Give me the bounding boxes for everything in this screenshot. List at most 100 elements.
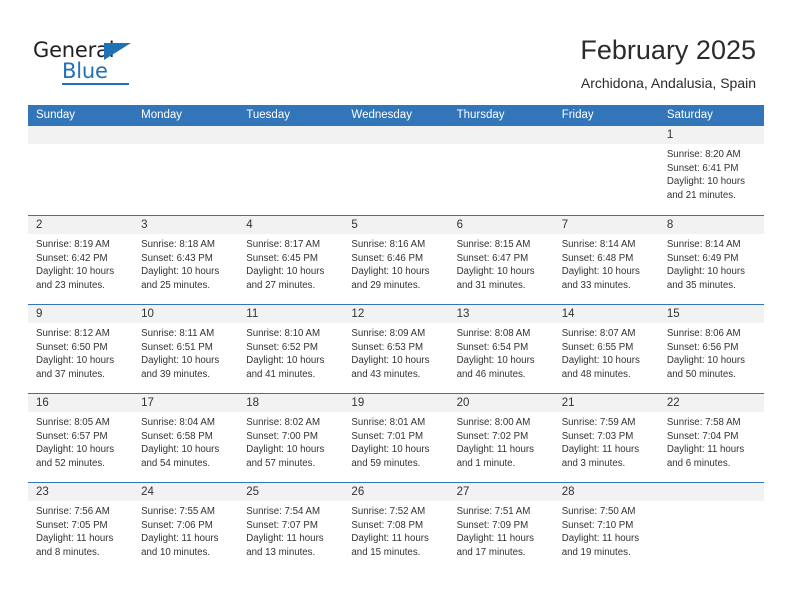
weekday-header-friday: Friday	[561, 109, 594, 121]
sunrise-text: Sunrise: 7:50 AM	[561, 506, 636, 517]
day-number: 10	[141, 308, 154, 320]
day-cell[interactable]: 27 Sunrise: 7:51 AM Sunset: 7:09 PM Dayligh…	[448, 483, 554, 571]
week-row: 9 Sunrise: 8:12 AM Sunset: 6:50 PM Daylight…	[28, 304, 764, 393]
day-number-band	[343, 126, 449, 144]
day-cell[interactable]: 2 Sunrise: 8:19 AM Sunset: 6:42 PM Daylight…	[28, 216, 134, 304]
daylight-text-line2: and 33 minutes.	[561, 279, 631, 291]
daylight-text-line2: and 48 minutes.	[561, 368, 631, 380]
weekday-header-thursday: Thursday	[456, 109, 505, 121]
day-cell[interactable]: 19 Sunrise: 8:01 AM Sunset: 7:01 PM Dayligh…	[343, 394, 449, 482]
calendar-body: 1 Sunrise: 8:20 AM Sunset: 6:41 PM Daylight…	[28, 126, 764, 571]
weekday-header-tuesday: Tuesday	[246, 109, 290, 121]
day-cell[interactable]: 17 Sunrise: 8:04 AM Sunset: 6:58 PM Dayligh…	[133, 394, 239, 482]
day-cell[interactable]: 3 Sunrise: 8:18 AM Sunset: 6:43 PM Daylight…	[133, 216, 239, 304]
day-details: Sunrise: 8:01 AM Sunset: 7:01 PM Daylight:…	[343, 412, 448, 470]
day-cell[interactable]: 13 Sunrise: 8:08 AM Sunset: 6:54 PM Dayligh…	[448, 305, 554, 393]
day-number: 11	[246, 308, 259, 320]
sunset-text: Sunset: 6:48 PM	[561, 252, 634, 264]
daylight-text-line1: Daylight: 10 hours	[561, 355, 640, 367]
day-number-band	[658, 483, 764, 501]
day-number-band: 3	[133, 216, 239, 234]
day-cell[interactable]: 11 Sunrise: 8:10 AM Sunset: 6:52 PM Dayligh…	[238, 305, 344, 393]
day-number: 26	[351, 486, 365, 498]
day-cell[interactable]: 18 Sunrise: 8:02 AM Sunset: 7:00 PM Dayligh…	[238, 394, 344, 482]
day-number: 19	[351, 397, 365, 409]
day-cell[interactable]: 21 Sunrise: 7:59 AM Sunset: 7:03 PM Dayligh…	[553, 394, 659, 482]
day-details: Sunrise: 8:04 AM Sunset: 6:58 PM Daylight:…	[133, 412, 238, 470]
daylight-text-line1: Daylight: 11 hours	[141, 533, 219, 545]
day-cell[interactable]: 25 Sunrise: 7:54 AM Sunset: 7:07 PM Dayligh…	[238, 483, 344, 571]
day-number: 6	[456, 219, 463, 231]
daylight-text-line2: and 15 minutes.	[351, 546, 421, 558]
day-cell[interactable]: 1 Sunrise: 8:20 AM Sunset: 6:41 PM Daylight…	[658, 126, 764, 215]
day-number: 12	[351, 308, 365, 320]
daylight-text-line1: Daylight: 10 hours	[246, 355, 325, 367]
sunrise-text: Sunrise: 8:05 AM	[36, 417, 110, 428]
sunrise-text: Sunrise: 8:14 AM	[561, 239, 636, 250]
day-cell[interactable]: 9 Sunrise: 8:12 AM Sunset: 6:50 PM Daylight…	[28, 305, 134, 393]
day-cell[interactable]: 7 Sunrise: 8:14 AM Sunset: 6:48 PM Daylight…	[553, 216, 659, 304]
day-number: 2	[36, 219, 43, 231]
day-cell[interactable]: 8 Sunrise: 8:14 AM Sunset: 6:49 PM Daylight…	[658, 216, 764, 304]
daylight-text-line2: and 8 minutes.	[36, 546, 100, 558]
sunset-text: Sunset: 6:43 PM	[141, 252, 213, 264]
day-cell[interactable]: 10 Sunrise: 8:11 AM Sunset: 6:51 PM Dayligh…	[133, 305, 239, 393]
sunset-text: Sunset: 6:49 PM	[666, 252, 739, 264]
sunrise-text: Sunrise: 7:58 AM	[666, 417, 741, 428]
day-number: 18	[246, 397, 260, 409]
day-cell[interactable]: 28 Sunrise: 7:50 AM Sunset: 7:10 PM Dayligh…	[553, 483, 659, 571]
day-cell[interactable]: 26 Sunrise: 7:52 AM Sunset: 7:08 PM Dayligh…	[343, 483, 449, 571]
day-number-band: 14	[553, 305, 659, 323]
day-number-band: 2	[28, 216, 134, 234]
daylight-text-line1: Daylight: 11 hours	[351, 533, 429, 545]
day-cell[interactable]: 24 Sunrise: 7:55 AM Sunset: 7:06 PM Dayligh…	[133, 483, 239, 571]
sunrise-text: Sunrise: 8:06 AM	[666, 328, 741, 339]
day-number-band: 24	[133, 483, 239, 501]
daylight-text-line1: Daylight: 10 hours	[246, 266, 325, 278]
sunset-text: Sunset: 6:57 PM	[36, 430, 108, 442]
day-cell[interactable]: 14 Sunrise: 8:07 AM Sunset: 6:55 PM Dayligh…	[553, 305, 659, 393]
location-subtitle: Archidona, Andalusia, Spain	[580, 75, 756, 91]
daylight-text-line2: and 35 minutes.	[666, 279, 736, 291]
day-number: 21	[561, 397, 575, 409]
day-cell[interactable]: 5 Sunrise: 8:16 AM Sunset: 6:46 PM Daylight…	[343, 216, 449, 304]
daylight-text-line2: and 3 minutes.	[561, 457, 626, 469]
sunset-text: Sunset: 6:54 PM	[456, 341, 529, 353]
sunset-text: Sunset: 6:50 PM	[36, 341, 108, 353]
sunset-text: Sunset: 7:07 PM	[246, 519, 318, 531]
day-number: 25	[246, 486, 260, 498]
page-header: General Blue February 2025 Archidona, An…	[0, 0, 792, 104]
sunrise-text: Sunrise: 7:56 AM	[36, 506, 110, 517]
day-cell[interactable]: 4 Sunrise: 8:17 AM Sunset: 6:45 PM Daylight…	[238, 216, 344, 304]
sunset-text: Sunset: 6:41 PM	[666, 162, 739, 174]
day-cell[interactable]: 16 Sunrise: 8:05 AM Sunset: 6:57 PM Dayligh…	[28, 394, 134, 482]
daylight-text-line2: and 29 minutes.	[351, 279, 421, 291]
daylight-text-line1: Daylight: 10 hours	[141, 266, 220, 278]
daylight-text-line1: Daylight: 10 hours	[36, 444, 115, 456]
day-cell[interactable]: 6 Sunrise: 8:15 AM Sunset: 6:47 PM Daylight…	[448, 216, 554, 304]
day-cell[interactable]: 22 Sunrise: 7:58 AM Sunset: 7:04 PM Dayligh…	[658, 394, 764, 482]
daylight-text-line1: Daylight: 10 hours	[666, 355, 745, 367]
day-number-band: 15	[658, 305, 764, 323]
day-number: 14	[561, 308, 575, 320]
daylight-text-line1: Daylight: 10 hours	[666, 266, 745, 278]
general-blue-logo[interactable]: General Blue	[33, 38, 153, 85]
sunset-text: Sunset: 7:02 PM	[456, 430, 529, 442]
sunrise-text: Sunrise: 8:18 AM	[141, 239, 215, 250]
day-cell[interactable]: 20 Sunrise: 8:00 AM Sunset: 7:02 PM Dayligh…	[448, 394, 554, 482]
day-cell[interactable]: 12 Sunrise: 8:09 AM Sunset: 6:53 PM Dayligh…	[343, 305, 449, 393]
week-row: 23 Sunrise: 7:56 AM Sunset: 7:05 PM Dayligh…	[28, 482, 764, 571]
day-number: 22	[666, 397, 680, 409]
day-cell[interactable]: 23 Sunrise: 7:56 AM Sunset: 7:05 PM Dayligh…	[28, 483, 134, 571]
sunrise-text: Sunrise: 8:20 AM	[666, 149, 741, 160]
daylight-text-line2: and 13 minutes.	[246, 546, 316, 558]
sunrise-text: Sunrise: 8:02 AM	[246, 417, 321, 428]
daylight-text-line2: and 6 minutes.	[666, 457, 731, 469]
calendar-page: General Blue February 2025 Archidona, An…	[0, 0, 792, 612]
day-details: Sunrise: 8:09 AM Sunset: 6:53 PM Daylight:…	[343, 323, 448, 381]
day-cell[interactable]: 15 Sunrise: 8:06 AM Sunset: 6:56 PM Dayligh…	[658, 305, 764, 393]
daylight-text-line1: Daylight: 10 hours	[246, 444, 325, 456]
day-details: Sunrise: 8:15 AM Sunset: 6:47 PM Daylight:…	[449, 234, 554, 292]
day-number-band	[133, 126, 239, 144]
sunrise-text: Sunrise: 7:54 AM	[246, 506, 321, 517]
